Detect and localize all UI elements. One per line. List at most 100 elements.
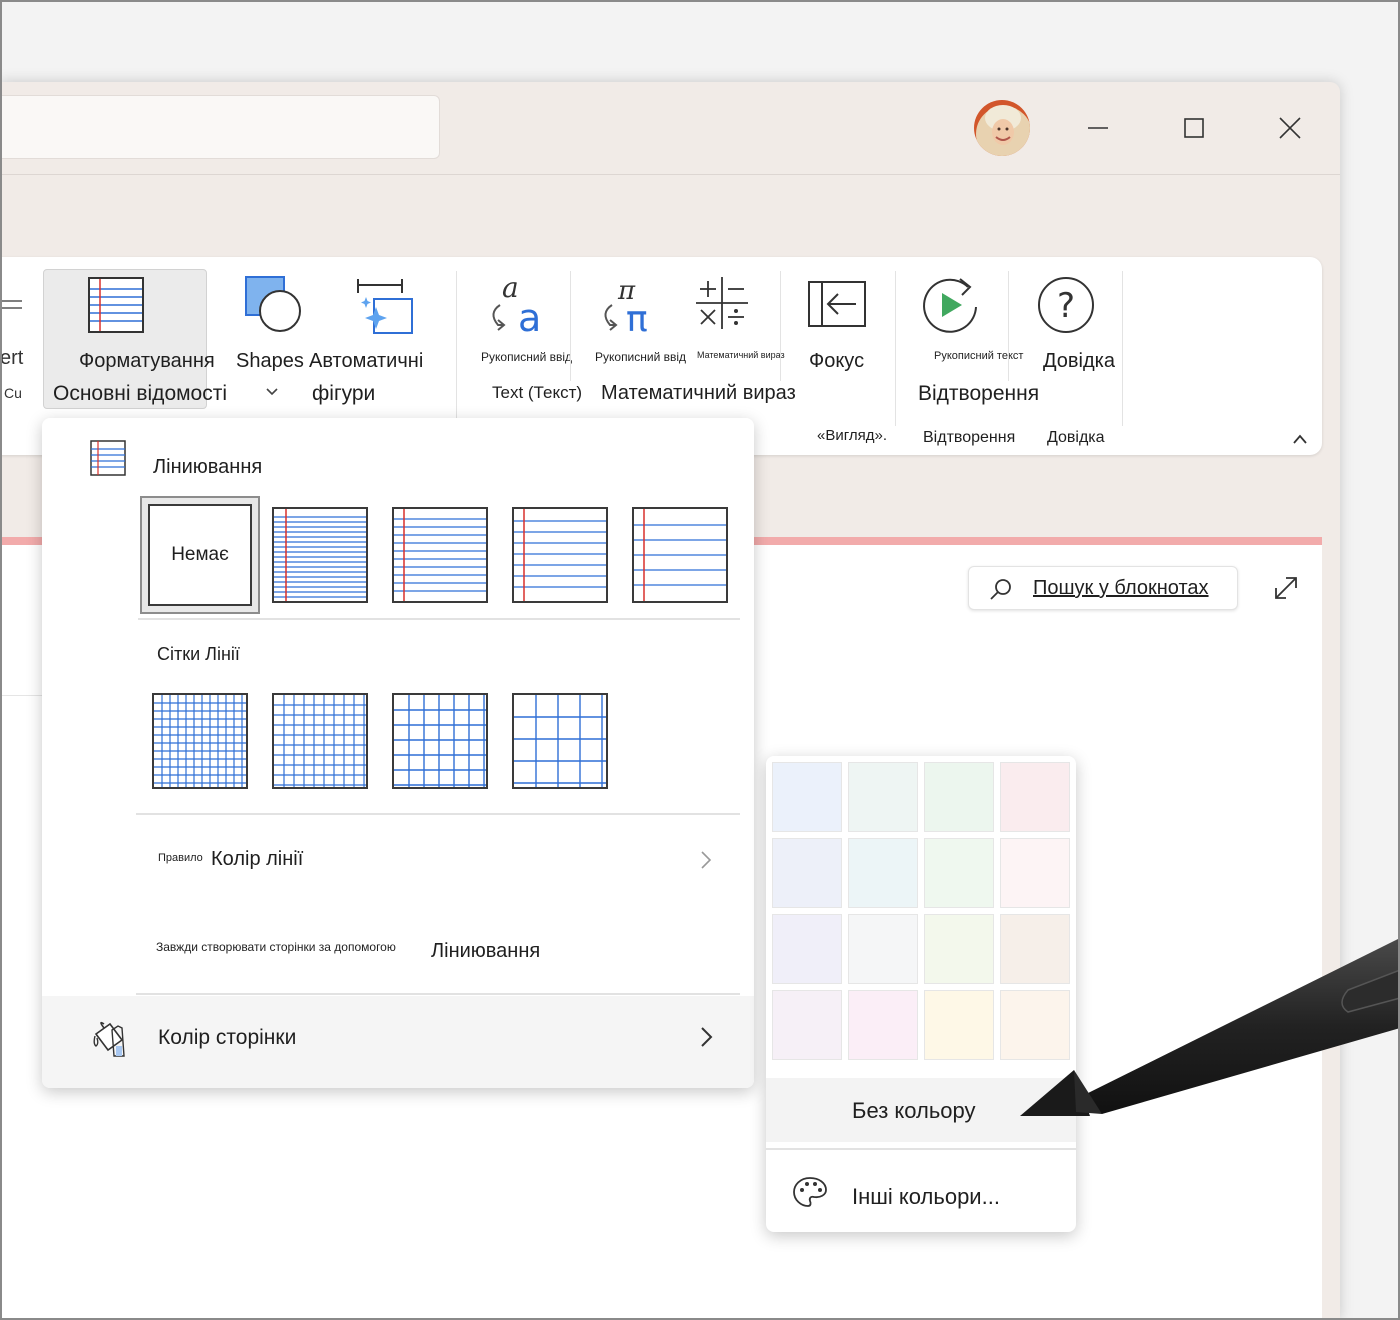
user-avatar[interactable] bbox=[974, 100, 1030, 156]
no-color-label: Без кольору bbox=[852, 1098, 976, 1123]
always-rule-label: Ліниювання bbox=[431, 940, 541, 962]
equals-icon bbox=[0, 300, 22, 309]
ribbon-separator bbox=[570, 271, 571, 381]
color-swatch[interactable] bbox=[772, 762, 842, 832]
grid-option-medium[interactable] bbox=[272, 693, 368, 789]
color-swatch[interactable] bbox=[772, 914, 842, 984]
replay-icon bbox=[923, 278, 977, 333]
grid-option-small[interactable] bbox=[152, 693, 248, 789]
svg-text:π: π bbox=[626, 299, 648, 337]
color-swatch[interactable] bbox=[848, 762, 918, 832]
rule-option-college[interactable] bbox=[392, 507, 488, 603]
svg-text:a: a bbox=[502, 273, 519, 304]
rule-lines-title: Ліниювання bbox=[153, 456, 263, 478]
color-swatch[interactable] bbox=[848, 990, 918, 1060]
rule-option-wide[interactable] bbox=[632, 507, 728, 603]
math-button[interactable] bbox=[690, 269, 780, 379]
color-swatch[interactable] bbox=[848, 838, 918, 908]
minimize-button[interactable] bbox=[1074, 104, 1122, 152]
chevron-right-icon bbox=[701, 851, 712, 869]
replay-label: Відтворення bbox=[918, 382, 1040, 405]
chevron-down-icon[interactable] bbox=[265, 387, 279, 397]
color-swatch[interactable] bbox=[924, 990, 994, 1060]
more-colors-label: Інші кольори... bbox=[852, 1184, 1000, 1209]
grid-title: Сітки Лінії bbox=[157, 644, 240, 664]
rule-line-color-item[interactable]: Правило Колір лінії bbox=[136, 826, 740, 896]
color-swatch[interactable] bbox=[924, 914, 994, 984]
group-help-label: Довідка bbox=[1047, 429, 1105, 446]
medium-grid-icon bbox=[274, 695, 366, 787]
close-button[interactable] bbox=[1266, 104, 1314, 152]
expand-icon[interactable] bbox=[1272, 574, 1300, 602]
always-create-with-rule-lines-item[interactable]: Завжди створювати сторінки за допомогою … bbox=[136, 918, 740, 988]
minimize-icon bbox=[1088, 127, 1108, 129]
cut-off-label-bottom: Cu bbox=[4, 385, 22, 401]
avatar-photo-icon bbox=[974, 100, 1030, 156]
page-color-label: Колір сторінки bbox=[158, 1026, 297, 1049]
replay-button[interactable] bbox=[910, 269, 1000, 379]
search-icon bbox=[990, 579, 1011, 600]
none-label: Немає bbox=[171, 544, 229, 565]
color-swatch[interactable] bbox=[1000, 762, 1070, 832]
menu-divider bbox=[136, 813, 740, 815]
focus-icon bbox=[808, 281, 866, 327]
math-operators-icon bbox=[696, 277, 748, 329]
cut-off-label-top: ert bbox=[0, 347, 24, 369]
chevron-right-icon bbox=[701, 1027, 713, 1047]
rule-option-none[interactable]: Немає bbox=[140, 496, 260, 614]
menu-divider bbox=[138, 618, 740, 620]
shapes-label: Shapes bbox=[236, 350, 304, 372]
ink-to-math-small-label: Рукописний ввід bbox=[595, 350, 687, 364]
ribbon-separator bbox=[1122, 271, 1123, 426]
color-swatch[interactable] bbox=[772, 990, 842, 1060]
rule-lines-icon bbox=[90, 440, 126, 476]
text-label: Text (Текст) bbox=[492, 383, 583, 402]
group-replay-label: Відтворення bbox=[923, 429, 1016, 446]
grid-option-large[interactable] bbox=[392, 693, 488, 789]
math-label: Математичний вираз bbox=[601, 382, 796, 404]
color-swatch[interactable] bbox=[772, 838, 842, 908]
help-label: Довідка bbox=[1043, 350, 1115, 372]
color-swatch[interactable] bbox=[1000, 838, 1070, 908]
flyout-divider bbox=[766, 1148, 1076, 1150]
color-swatch[interactable] bbox=[848, 914, 918, 984]
rule-option-standard[interactable] bbox=[512, 507, 608, 603]
color-swatch[interactable] bbox=[924, 838, 994, 908]
color-swatch[interactable] bbox=[924, 762, 994, 832]
maximize-button[interactable] bbox=[1170, 104, 1218, 152]
help-icon: ? bbox=[1038, 277, 1094, 333]
narrow-ruled-icon bbox=[274, 509, 366, 601]
rule-lines-menu: Ліниювання Немає Сітки Лінії Правило Кол… bbox=[42, 418, 754, 1088]
ink-to-text-small-label: Рукописний ввід bbox=[481, 350, 573, 364]
college-ruled-icon bbox=[394, 509, 486, 601]
focus-label: Фокус bbox=[809, 350, 865, 372]
search-label: Пошук у блокнотах bbox=[1033, 577, 1209, 599]
ribbon-separator bbox=[780, 271, 781, 381]
very-large-grid-icon bbox=[514, 695, 606, 787]
shapes-icon bbox=[245, 276, 301, 332]
math-small-label: Математичний вираз bbox=[697, 350, 785, 360]
grid-option-very-large[interactable] bbox=[512, 693, 608, 789]
rule-prefix-label: Правило bbox=[158, 852, 203, 864]
small-grid-icon bbox=[154, 695, 246, 787]
menu-divider bbox=[136, 993, 740, 995]
stylus-pen-icon bbox=[1020, 938, 1400, 1116]
page-color-item[interactable]: Колір сторінки bbox=[42, 996, 754, 1088]
wide-ruled-icon bbox=[634, 509, 726, 601]
formatting-label: Форматування bbox=[79, 350, 215, 372]
basics-label: Основні відомості bbox=[53, 382, 228, 405]
svg-text:?: ? bbox=[1057, 286, 1075, 326]
ribbon-separator bbox=[1008, 271, 1009, 381]
group-view-label: «Вигляд». bbox=[817, 427, 888, 444]
svg-text:a: a bbox=[518, 296, 541, 337]
page-color-bucket-icon bbox=[93, 1021, 125, 1057]
collapse-ribbon-icon[interactable] bbox=[1292, 433, 1308, 445]
title-search-box[interactable] bbox=[0, 95, 440, 159]
search-notebooks-box[interactable]: Пошук у блокнотах bbox=[968, 566, 1238, 610]
ribbon-separator bbox=[895, 271, 896, 426]
ink-to-text-icon: a a bbox=[492, 273, 541, 337]
more-colors-button[interactable]: Інші кольори... bbox=[766, 1156, 1076, 1226]
rule-option-narrow[interactable] bbox=[272, 507, 368, 603]
auto-shapes-label-bottom: фігури bbox=[312, 382, 376, 405]
large-grid-icon bbox=[394, 695, 486, 787]
